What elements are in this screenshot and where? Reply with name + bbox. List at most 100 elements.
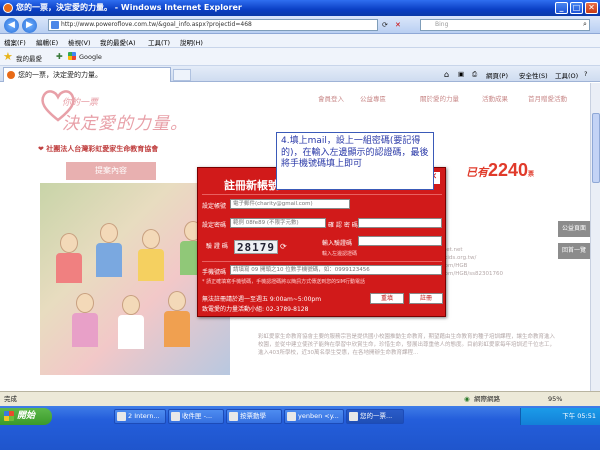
instruction-callout: 4.填上mail，設上一組密碼(要記得的)，在輸入左邊顯示的認證碼，最後將手機號… — [276, 132, 434, 190]
taskbar-item[interactable]: 2 Intern... — [114, 409, 166, 424]
tab-title: 您的一票，決定愛的力量。 — [18, 71, 102, 79]
search-placeholder: Bing — [435, 21, 449, 28]
nav-campaign[interactable]: 首月贈愛活動 — [528, 93, 567, 103]
windows-logo-icon — [4, 411, 14, 421]
window-title-bar: 您的一票，決定愛的力量。 - Windows Internet Explorer… — [0, 0, 600, 16]
home-icon[interactable]: ⌂ — [444, 70, 449, 79]
minimize-button[interactable]: _ — [555, 2, 568, 14]
photo-person — [100, 223, 118, 243]
taskbar-item[interactable]: 收件匣 -... — [168, 409, 224, 424]
taskbar-item-label: 按票動學 — [240, 412, 266, 420]
internet-zone-icon: ◉ — [464, 395, 470, 403]
divider — [202, 194, 442, 195]
vertical-scrollbar[interactable] — [590, 83, 600, 391]
photo-person — [56, 253, 82, 283]
document-icon — [229, 412, 238, 421]
zone-text: 網際網路 — [474, 395, 500, 403]
tab-favicon — [7, 71, 15, 79]
photo-person — [60, 233, 78, 253]
confirm-password-input[interactable] — [358, 218, 442, 228]
stop-icon[interactable]: ✕ — [395, 21, 401, 29]
tab-proposal[interactable]: 提案內容 — [66, 162, 156, 180]
menu-file[interactable]: 檔案(F) — [4, 37, 26, 47]
refresh-icon[interactable]: ⟳ — [382, 21, 388, 29]
google-icon — [68, 52, 76, 60]
refresh-captcha-icon[interactable]: ⟳ — [280, 242, 287, 251]
help-icon[interactable]: ? — [584, 70, 587, 78]
photo-person — [118, 315, 144, 349]
taskbar-item[interactable]: 您的一票... — [346, 409, 404, 424]
confirm-password-label: 確 認 密 碼 — [328, 222, 358, 229]
service-hours: 無法註冊請於週一至週五 9:00am~5:00pm — [202, 296, 322, 303]
nav-charity[interactable]: 公益專區 — [360, 93, 386, 103]
chat-icon — [287, 412, 296, 421]
photo-person — [72, 313, 98, 347]
add-favorite-icon[interactable]: ✚ — [56, 52, 63, 61]
ie-icon — [117, 412, 126, 421]
address-toolbar: ◀ ▶ http://www.poweroflove.com.tw/&goal_… — [0, 16, 600, 34]
vote-count: 已有2240票 — [466, 160, 534, 181]
divider — [202, 261, 442, 262]
taskbar-item[interactable]: yenben <y... — [284, 409, 344, 424]
phone-input[interactable]: 請填寫 09 開頭之10 位數手機號碼，如：0999123456 — [230, 265, 442, 275]
vote-count-suffix: 票 — [528, 172, 535, 178]
tab-current[interactable]: 您的一票，決定愛的力量。 — [3, 67, 171, 82]
photo-person — [122, 295, 140, 315]
start-button[interactable]: 開始 — [0, 408, 52, 425]
favorites-label[interactable]: 我的最愛 — [16, 53, 42, 63]
photo-person — [138, 249, 164, 281]
favorite-google[interactable]: Google — [79, 53, 102, 61]
nav-about[interactable]: 關於愛的力量 — [420, 93, 459, 103]
new-tab-button[interactable] — [173, 69, 191, 81]
menu-edit[interactable]: 編輯(E) — [36, 37, 58, 47]
side-button-overview[interactable]: 回首一覽 — [558, 243, 590, 259]
forward-icon[interactable]: ▶ — [22, 18, 37, 33]
clock[interactable]: 下午 05:51 — [562, 412, 596, 420]
zoom-level[interactable]: 95% — [548, 392, 562, 406]
organization-name: ❤ 社團法人台灣彩虹愛家生命教育協會 — [38, 145, 159, 153]
nav-login[interactable]: 會員登入 — [318, 93, 344, 103]
page-menu[interactable]: 網頁(P) — [486, 70, 508, 80]
captcha-input[interactable] — [358, 236, 442, 246]
menu-view[interactable]: 檢視(V) — [68, 37, 91, 47]
password-label: 設定密碼 — [202, 222, 227, 229]
close-window-button[interactable]: ✕ — [585, 2, 598, 14]
print-icon[interactable]: ⎙ — [472, 70, 477, 79]
url-input[interactable]: http://www.poweroflove.com.tw/&goal_info… — [48, 19, 378, 31]
status-text: 完成 — [4, 395, 17, 403]
captcha-image: 28179 — [234, 240, 278, 254]
vote-count-prefix: 已有 — [466, 167, 488, 179]
tools-menu[interactable]: 工具(O) — [555, 70, 578, 80]
favorites-star-icon[interactable]: ★ — [3, 51, 13, 62]
search-icon[interactable]: ⌕ — [583, 20, 587, 29]
vote-count-number: 2240 — [488, 160, 529, 180]
taskbar-item-label: 2 Intern... — [128, 412, 160, 420]
start-label: 開始 — [17, 411, 36, 421]
search-input[interactable]: Bing — [420, 19, 590, 31]
account-label: 設定帳號 — [202, 203, 227, 210]
menu-favorites[interactable]: 我的最愛(A) — [100, 37, 136, 47]
system-tray: 下午 05:51 — [520, 408, 600, 425]
safety-menu[interactable]: 安全性(S) — [519, 70, 548, 80]
taskbar-item-label: 您的一票... — [360, 412, 393, 420]
register-button[interactable]: 註冊 — [409, 293, 443, 304]
photo-person — [142, 229, 160, 249]
url-text: http://www.poweroflove.com.tw/&goal_info… — [61, 21, 252, 28]
side-button-charity[interactable]: 公益頁面 — [558, 221, 590, 237]
dialog-title: 註冊新帳號 — [224, 179, 279, 192]
menu-bar: 檔案(F) 編輯(E) 檢視(V) 我的最愛(A) 工具(T) 說明(H) — [0, 34, 600, 48]
scrollbar-thumb[interactable] — [592, 113, 600, 183]
menu-tools[interactable]: 工具(T) — [148, 37, 170, 47]
maximize-button[interactable]: □ — [570, 2, 583, 14]
back-icon[interactable]: ◀ — [4, 18, 19, 33]
nav-results[interactable]: 活動成果 — [482, 93, 508, 103]
taskbar-item[interactable]: 按票動學 — [226, 409, 282, 424]
feeds-icon[interactable]: ▣ — [458, 70, 464, 78]
ie-icon — [3, 3, 13, 13]
account-input[interactable]: 電子郵件(charity@gmail.com) — [230, 199, 350, 209]
menu-help[interactable]: 說明(H) — [180, 37, 203, 47]
photo-person — [164, 311, 190, 347]
reset-button[interactable]: 重填 — [370, 293, 404, 304]
password-input[interactable]: 範例 08fe89 (不限字元數) — [230, 218, 326, 228]
service-contact: 致電愛的力量活動小組: 02-3789-8128 — [202, 306, 309, 313]
